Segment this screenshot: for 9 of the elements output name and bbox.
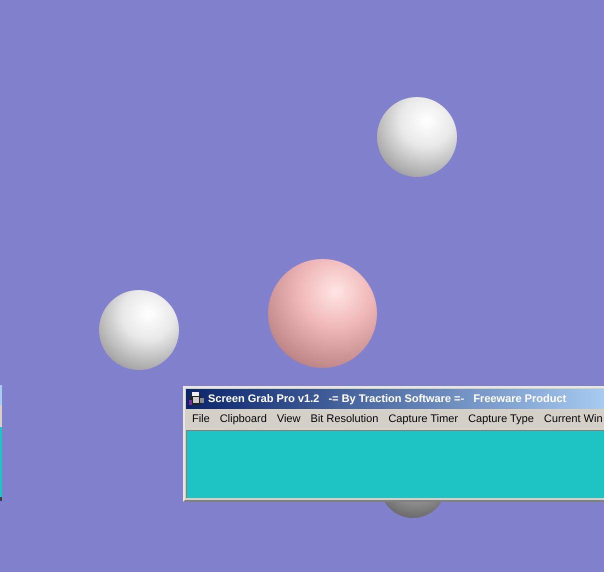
menu-item[interactable]: File bbox=[187, 413, 215, 425]
menu-item[interactable]: Bit Resolution bbox=[305, 413, 384, 425]
menu-item[interactable]: View bbox=[272, 413, 306, 425]
app-icon bbox=[189, 392, 205, 406]
menu-item[interactable]: Capture Type bbox=[463, 413, 539, 425]
menu-item[interactable]: Capture Timer bbox=[383, 413, 464, 425]
window-title: Screen Grab Pro v1.2 -= By Traction Software =- Freeware Product bbox=[208, 393, 566, 405]
menu-item[interactable]: Current Win bbox=[538, 413, 603, 425]
menu-item[interactable]: Clipboard bbox=[214, 413, 272, 425]
